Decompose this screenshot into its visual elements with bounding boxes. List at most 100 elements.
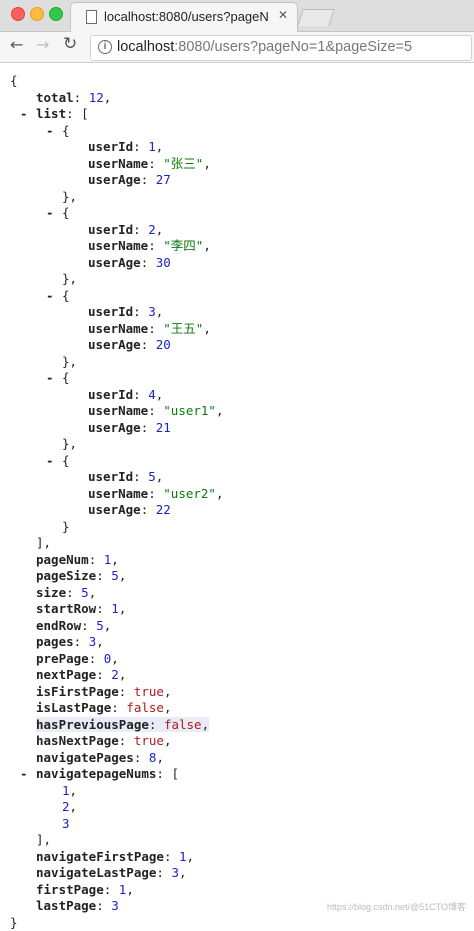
- json-line: userName: "user1",: [88, 403, 224, 419]
- collapse-toggle[interactable]: -: [20, 106, 35, 122]
- json-punctuation: ,: [88, 584, 97, 600]
- json-punctuation: :: [148, 238, 164, 253]
- back-arrow-icon[interactable]: ←: [10, 35, 23, 54]
- collapse-toggle[interactable]: -: [46, 453, 61, 469]
- json-key: lastPage: [36, 898, 97, 913]
- minimize-window-button[interactable]: [30, 7, 44, 21]
- json-punctuation: :: [133, 221, 149, 237]
- json-punctuation: :: [118, 683, 134, 699]
- json-punctuation: :: [133, 139, 149, 154]
- json-punctuation: },: [62, 271, 78, 286]
- json-line: userAge: 20: [88, 337, 171, 353]
- json-line-content: pageSize: 5,: [36, 568, 126, 583]
- json-line-content: 2,: [62, 799, 77, 814]
- json-line: pages: 3,: [36, 634, 104, 650]
- json-key: list: [36, 106, 67, 121]
- json-punctuation: ,: [156, 749, 164, 765]
- tab-title: localhost:8080/users?pageNo: [104, 9, 269, 24]
- close-icon[interactable]: ✕: [278, 8, 288, 22]
- json-line-content: startRow: 1,: [36, 601, 126, 616]
- json-key: navigatepageNums: [36, 766, 157, 781]
- json-line-content: userName: "张三",: [88, 156, 211, 171]
- forward-arrow-icon[interactable]: →: [36, 35, 49, 54]
- json-line: lastPage: 3: [36, 898, 119, 914]
- json-punctuation: :: [163, 848, 179, 864]
- json-line: },: [62, 354, 77, 370]
- json-number: 3: [62, 815, 70, 831]
- json-number: 2: [111, 667, 119, 682]
- json-line: - navigatepageNums: [: [20, 766, 179, 782]
- collapse-toggle[interactable]: -: [46, 205, 61, 221]
- zoom-window-button[interactable]: [49, 7, 63, 21]
- reload-icon[interactable]: ↻: [63, 34, 77, 54]
- json-line: userId: 4,: [88, 387, 163, 403]
- json-line-content: prePage: 0,: [36, 651, 119, 666]
- json-key: userAge: [88, 419, 141, 435]
- json-line-content: {: [10, 73, 18, 88]
- collapse-toggle[interactable]: -: [46, 370, 61, 386]
- json-line: isLastPage: false,: [36, 700, 172, 716]
- json-punctuation: {: [62, 452, 70, 468]
- json-line: - list: [: [20, 106, 89, 122]
- json-punctuation: {: [10, 73, 18, 88]
- json-line-content: lastPage: 3: [36, 898, 119, 913]
- json-punctuation: ,: [201, 716, 210, 732]
- json-line-content: }: [10, 915, 18, 930]
- json-punctuation: ,: [203, 155, 211, 171]
- json-string: "张三": [163, 155, 204, 171]
- json-punctuation: ,: [69, 799, 78, 814]
- collapse-toggle[interactable]: -: [46, 123, 61, 139]
- json-punctuation: :: [111, 700, 127, 715]
- json-line-content: list: [: [36, 106, 89, 121]
- json-punctuation: {: [62, 287, 70, 303]
- new-tab-button[interactable]: [297, 9, 335, 26]
- json-line: userId: 3,: [88, 304, 163, 320]
- json-line: 3: [62, 816, 70, 832]
- json-number: 1: [179, 848, 187, 864]
- json-number: 12: [88, 89, 104, 105]
- url-text[interactable]: localhost:8080/users?pageNo=1&pageSize=5: [117, 39, 412, 55]
- close-window-button[interactable]: [11, 7, 25, 21]
- json-line: userId: 5,: [88, 469, 163, 485]
- json-punctuation: :: [156, 865, 172, 880]
- json-key: firstPage: [36, 881, 104, 897]
- json-key: userName: [88, 238, 149, 253]
- json-punctuation: :: [140, 172, 156, 187]
- json-punctuation: :: [73, 634, 89, 649]
- tab-active[interactable]: localhost:8080/users?pageNo ✕: [70, 2, 298, 32]
- json-line-content: hasNextPage: true,: [36, 733, 172, 748]
- json-line-content: userAge: 30: [88, 255, 171, 270]
- json-line-content: 1,: [62, 783, 77, 798]
- watermark: https://blog.csdn.net/@51CTO博客: [326, 902, 466, 912]
- json-number: 5: [81, 584, 89, 600]
- collapse-toggle[interactable]: -: [46, 288, 61, 304]
- info-icon[interactable]: i: [98, 40, 112, 54]
- json-punctuation: : [: [66, 106, 89, 121]
- json-number: 3: [171, 865, 180, 880]
- json-punctuation: :: [118, 733, 134, 748]
- json-line-content: userId: 5,: [88, 469, 163, 484]
- json-punctuation: ,: [96, 634, 104, 649]
- json-line-content: },: [62, 189, 77, 204]
- collapse-toggle[interactable]: -: [20, 766, 35, 782]
- json-line-content: total: 12,: [36, 90, 111, 105]
- json-line: total: 12,: [36, 90, 111, 106]
- json-line: firstPage: 1,: [36, 882, 134, 898]
- json-line: startRow: 1,: [36, 601, 126, 617]
- json-punctuation: ,: [103, 617, 112, 633]
- json-line: userName: "王五",: [88, 321, 211, 337]
- json-punctuation: ,: [69, 782, 78, 798]
- browser-toolbar: ← → ↻ i localhost:8080/users?pageNo=1&pa…: [0, 32, 474, 63]
- json-punctuation: ,: [186, 848, 195, 864]
- json-line-content: userId: 2,: [88, 222, 163, 237]
- json-punctuation: }: [10, 914, 18, 930]
- json-line-content: navigatePages: 8,: [36, 750, 164, 765]
- json-number: 3: [148, 304, 156, 319]
- json-line: userName: "user2",: [88, 486, 224, 502]
- json-key: hasNextPage: [36, 733, 119, 748]
- json-number: 21: [155, 419, 171, 435]
- address-bar[interactable]: i localhost:8080/users?pageNo=1&pageSize…: [90, 35, 472, 61]
- json-line-content: ],: [36, 832, 51, 847]
- json-punctuation: ,: [215, 485, 224, 501]
- json-boolean: false: [126, 700, 164, 715]
